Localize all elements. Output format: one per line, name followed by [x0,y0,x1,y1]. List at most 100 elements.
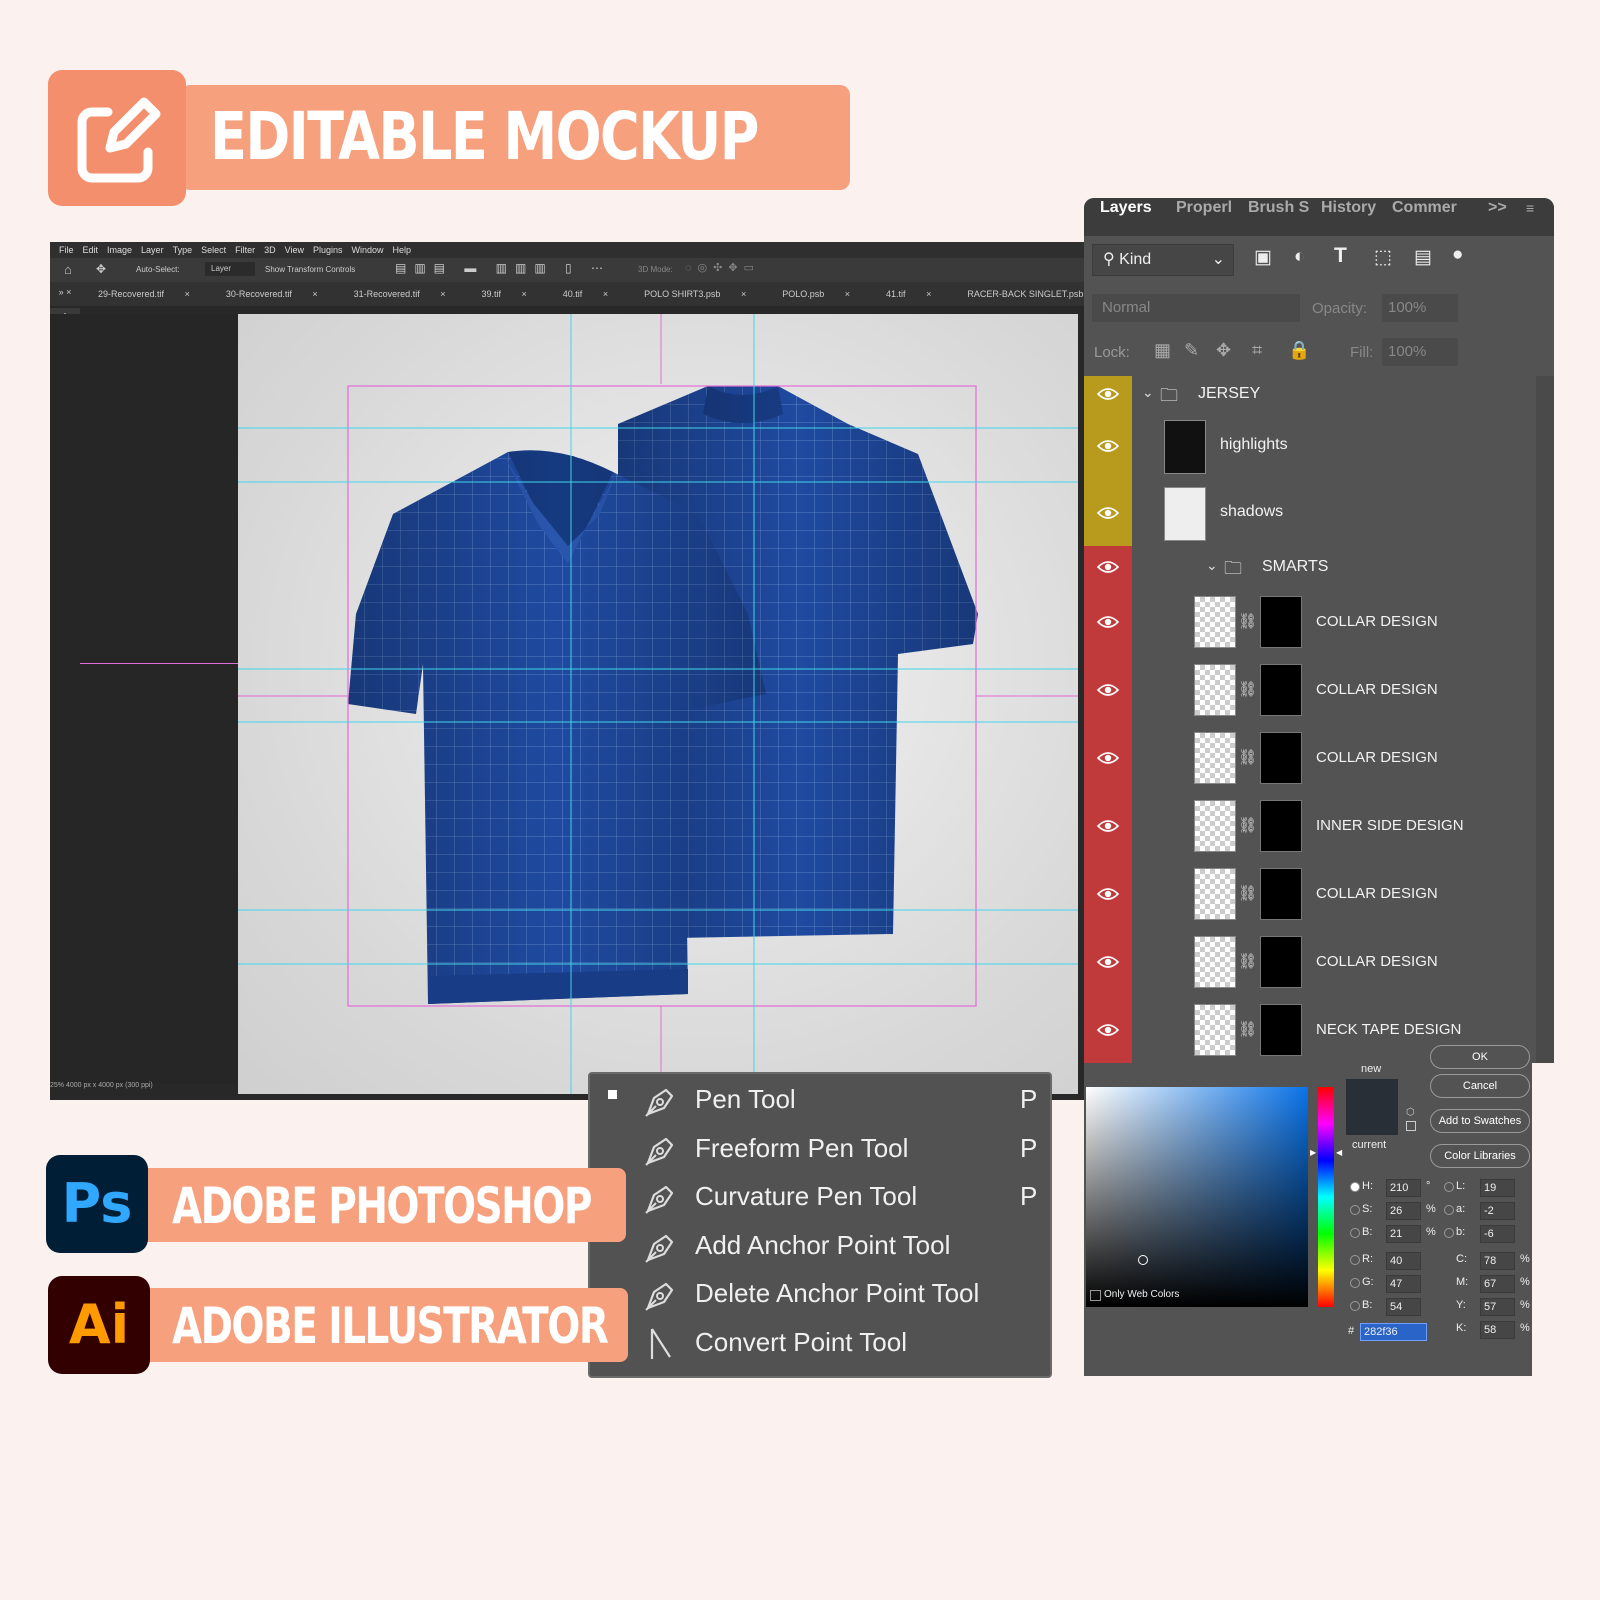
tab-properties[interactable]: Properl [1176,198,1232,218]
menu-help[interactable]: Help [393,242,412,258]
menu-filter[interactable]: Filter [235,242,255,258]
color-mode-radio[interactable] [1444,1205,1454,1215]
menu-select[interactable]: Select [201,242,226,258]
close-icon[interactable]: × [513,282,536,306]
link-icon[interactable]: ⛓ [1238,952,1257,970]
fill-input[interactable]: 100% [1382,338,1458,366]
hue-slider-handle-right[interactable]: ◀ [1336,1148,1342,1157]
color-mode-radio[interactable] [1350,1182,1360,1192]
document-tab[interactable]: 41.tif × [868,282,949,306]
visibility-toggle[interactable] [1084,546,1132,588]
tab-layers[interactable]: Layers [1100,198,1152,218]
close-icon[interactable]: × [594,282,617,306]
web-safe-icon[interactable] [1406,1121,1416,1131]
home-icon[interactable]: ⌂ [64,262,72,277]
adjustment-filter-icon[interactable]: ◐ [1294,246,1305,268]
color-mode-radio[interactable] [1350,1228,1360,1238]
lock-transparency-icon[interactable]: ▦ [1154,340,1171,361]
visibility-toggle[interactable] [1084,928,1132,996]
menu-plugins[interactable]: Plugins [313,242,343,258]
panel-expand-icon[interactable]: >> [1488,198,1507,218]
color-mode-radio[interactable] [1444,1182,1454,1192]
visibility-toggle[interactable] [1084,860,1132,928]
link-icon[interactable]: ⛓ [1238,680,1257,698]
menu-edit[interactable]: Edit [83,242,99,258]
close-icon[interactable]: × [836,282,859,306]
document-tab[interactable]: 29-Recovered.tif × [80,282,208,306]
document-tab[interactable]: 31-Recovered.tif × [336,282,464,306]
pen-menu-item[interactable]: Freeform Pen Tool P [590,1125,1050,1173]
layer-row[interactable]: ⛓ COLLAR DESIGN [1084,656,1554,726]
web-colors-checkbox[interactable] [1090,1290,1101,1301]
color-field-cursor[interactable] [1138,1255,1148,1265]
close-icon[interactable]: × [917,282,940,306]
color-mode-radio[interactable] [1350,1255,1360,1265]
layer-row[interactable]: ⛓ COLLAR DESIGN [1084,928,1554,998]
color-channel-input[interactable]: 26 [1386,1202,1421,1220]
color-mode-radio[interactable] [1350,1301,1360,1311]
hue-slider[interactable] [1318,1087,1334,1307]
document-tab[interactable]: 39.tif × [463,282,544,306]
color-channel-input[interactable]: 54 [1386,1298,1421,1316]
filter-kind-dropdown[interactable]: ⚲ Kind ⌄ [1092,244,1234,276]
auto-select-checkbox[interactable]: Auto-Select: [136,265,180,274]
visibility-toggle[interactable] [1084,656,1132,724]
pen-menu-item[interactable]: Convert Point Tool [590,1319,1050,1367]
link-icon[interactable]: ⛓ [1238,748,1257,766]
document-tab[interactable]: 40.tif × [545,282,626,306]
3d-mode-icons[interactable]: ◌◎✣✥▭ [685,261,760,274]
pen-menu-item[interactable]: Curvature Pen Tool P [590,1173,1050,1221]
visibility-toggle[interactable] [1084,376,1132,412]
visibility-toggle[interactable] [1084,724,1132,792]
pen-menu-item[interactable]: Add Anchor Point Tool [590,1222,1050,1270]
close-icon[interactable]: × [431,282,454,306]
layer-row[interactable]: ⛓ COLLAR DESIGN [1084,724,1554,794]
layer-select-dropdown[interactable]: Layer [205,262,255,276]
color-mode-radio[interactable] [1444,1228,1454,1238]
pen-menu-item[interactable]: Pen Tool P [590,1076,1050,1124]
layer-list-scrollbar[interactable] [1536,376,1554,1063]
color-channel-input[interactable]: 58 [1480,1321,1515,1339]
lock-artboard-icon[interactable]: ⌗ [1252,340,1262,361]
layer-row[interactable]: ⛓ COLLAR DESIGN [1084,588,1554,658]
chevron-down-icon[interactable]: ⌄ [1206,557,1218,574]
color-channel-input[interactable]: 19 [1480,1179,1515,1197]
color-field[interactable] [1086,1087,1308,1307]
menu-3d[interactable]: 3D [264,242,276,258]
align-icons[interactable]: ▤▥▤ ▬ ▥▥▥ ▯ ⋯ [395,261,611,275]
shape-filter-icon[interactable]: ⬚ [1374,246,1392,269]
visibility-toggle[interactable] [1084,412,1132,480]
panel-collapse-icon[interactable]: » × [50,282,80,306]
menu-window[interactable]: Window [352,242,384,258]
lock-all-icon[interactable]: 🔒 [1288,340,1310,361]
close-icon[interactable]: × [303,282,326,306]
smart-object-filter-icon[interactable]: ▤ [1414,246,1432,269]
lock-pixels-icon[interactable]: ✎ [1184,340,1199,361]
layer-group[interactable]: ⌄ 🗀 SMARTS [1084,546,1554,590]
color-channel-input[interactable]: 40 [1386,1252,1421,1270]
document-tab[interactable]: 30-Recovered.tif × [208,282,336,306]
filter-toggle-icon[interactable]: ● [1452,244,1463,266]
ok-button[interactable]: OK [1430,1045,1530,1069]
chevron-down-icon[interactable]: ⌄ [1142,384,1154,401]
layer-group[interactable]: ⌄ 🗀 JERSEY [1084,376,1554,414]
color-channel-input[interactable]: 57 [1480,1298,1515,1316]
cube-icon[interactable]: ⬡ [1406,1107,1415,1118]
transform-controls-checkbox[interactable]: Show Transform Controls [265,265,355,274]
link-icon[interactable]: ⛓ [1238,612,1257,630]
color-channel-input[interactable]: 210 [1386,1179,1421,1197]
visibility-toggle[interactable] [1084,480,1132,546]
opacity-input[interactable]: 100% [1382,294,1458,322]
pen-menu-item[interactable]: Delete Anchor Point Tool [590,1270,1050,1318]
document-tab[interactable]: RACER-BACK SINGLET.psb × [949,282,1090,306]
menu-file[interactable]: File [59,242,74,258]
lock-position-icon[interactable]: ✥ [1216,340,1231,361]
hue-slider-handle-left[interactable]: ▶ [1310,1148,1316,1157]
color-channel-input[interactable]: 47 [1386,1275,1421,1293]
color-channel-input[interactable]: -6 [1480,1225,1515,1243]
document-tab[interactable]: POLO SHIRT3.psb × [626,282,764,306]
menu-view[interactable]: View [285,242,304,258]
color-mode-radio[interactable] [1350,1205,1360,1215]
link-icon[interactable]: ⛓ [1238,884,1257,902]
layer-row[interactable]: highlights [1084,412,1554,482]
